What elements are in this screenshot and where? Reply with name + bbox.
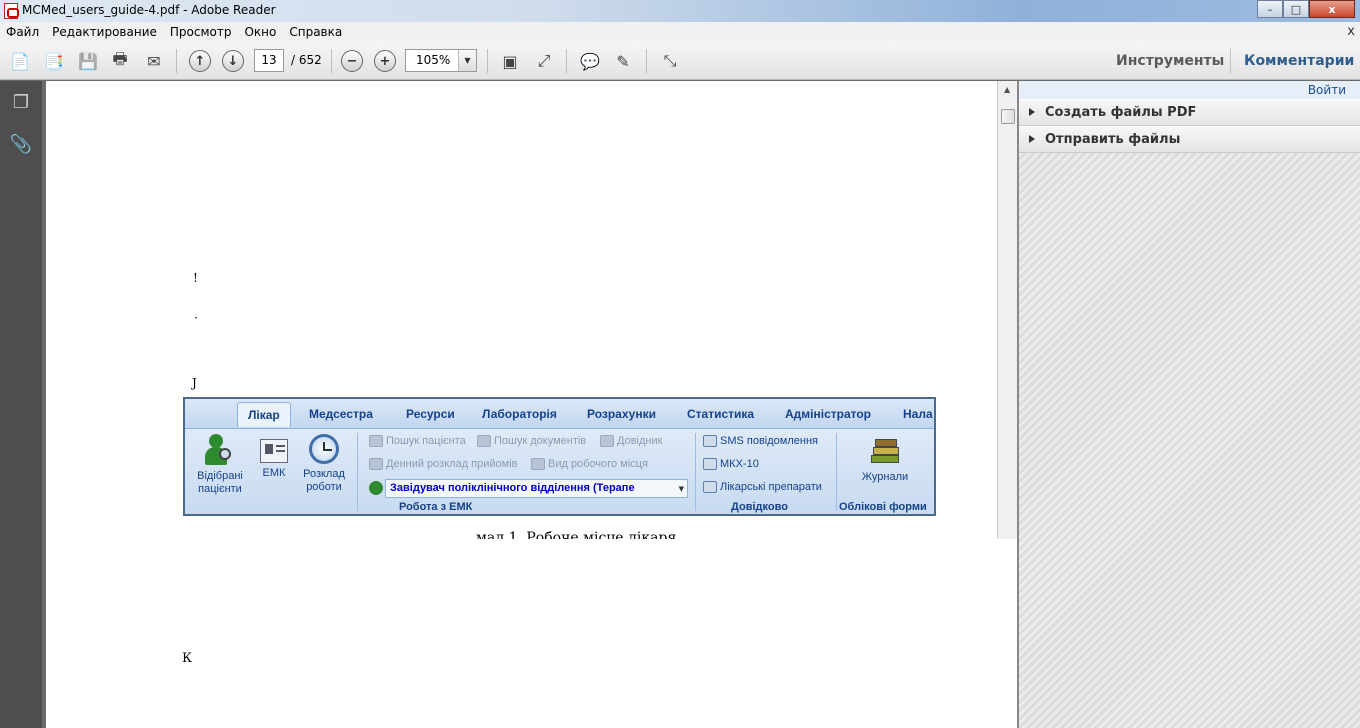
- department-value: Завідувач поліклінічного відділення (Тер…: [390, 482, 635, 494]
- close-button[interactable]: x: [1309, 0, 1355, 18]
- ribbon-tab: Розрахунки: [587, 407, 656, 421]
- directory-button: Довідник: [600, 435, 662, 447]
- button-label: Журнали: [861, 471, 909, 483]
- zoom-select[interactable]: 105% ▼: [405, 49, 477, 72]
- expand-triangle-icon: [1029, 135, 1035, 143]
- ribbon-tab: Ресурси: [406, 407, 455, 421]
- chevron-down-icon[interactable]: ▼: [458, 50, 476, 71]
- stray-mark: ·: [194, 311, 198, 325]
- attachments-icon[interactable]: 📎: [10, 133, 32, 155]
- medical-card-icon: [260, 439, 288, 463]
- fit-width-icon[interactable]: ⤢: [532, 49, 556, 73]
- save-icon[interactable]: 💾: [76, 49, 100, 73]
- menu-view[interactable]: Просмотр: [170, 25, 232, 39]
- chevron-down-icon: ▼: [678, 485, 684, 493]
- button-label: Розклад: [303, 468, 345, 480]
- menu-file[interactable]: Файл: [6, 25, 39, 39]
- selected-patients-button: Відібрані пацієнти: [193, 434, 247, 496]
- button-label: роботи: [306, 481, 342, 493]
- print-icon[interactable]: 🖶: [108, 49, 132, 73]
- menu-bar: Файл Редактирование Просмотр Окно Справк…: [0, 22, 1360, 41]
- create-pdf-section[interactable]: Создать файлы PDF: [1019, 99, 1360, 126]
- stray-mark: !: [193, 271, 198, 285]
- search-patient-button: Пошук пацієнта: [369, 435, 466, 447]
- expand-triangle-icon: [1029, 108, 1035, 116]
- previous-page-button[interactable]: ↑: [188, 49, 212, 73]
- menu-window[interactable]: Окно: [244, 25, 276, 39]
- comments-pane-button[interactable]: Комментарии: [1244, 53, 1354, 69]
- button-label: ЕМК: [262, 467, 286, 479]
- section-label: Создать файлы PDF: [1045, 105, 1197, 120]
- sign-in-link[interactable]: Войти: [1308, 83, 1346, 97]
- search-documents-button: Пошук документів: [477, 435, 586, 447]
- ribbon-tab: Медсестра: [309, 407, 373, 421]
- ribbon-tab: Лабораторія: [482, 407, 557, 421]
- scrollbar-thumb[interactable]: [1001, 109, 1015, 124]
- page-thumbnails-icon[interactable]: ❐: [10, 91, 32, 113]
- full-screen-icon[interactable]: ⤡: [658, 49, 682, 73]
- ribbon-tab: Лікар: [237, 402, 291, 427]
- daily-schedule-button: Денний розклад прийомів: [369, 458, 518, 470]
- figure-caption: мал.1. Робоче місце лікаря: [476, 530, 677, 539]
- menu-edit[interactable]: Редактирование: [52, 25, 157, 39]
- ribbon-tabs: Лікар Медсестра Ресурси Лабораторія Розр…: [185, 399, 934, 428]
- document-view[interactable]: ! · J Лікар Медсестра Ресурси Лабораторі…: [42, 81, 1017, 728]
- next-page-button[interactable]: ↓: [221, 49, 245, 73]
- patient-search-icon: [205, 434, 235, 466]
- zoom-value: 105%: [416, 53, 451, 67]
- zoom-out-button[interactable]: −: [340, 49, 364, 73]
- group-label: Робота з ЕМК: [399, 501, 473, 513]
- ribbon-tab: Адміністратор: [785, 407, 872, 421]
- button-label: пацієнти: [198, 483, 242, 495]
- zoom-in-button[interactable]: +: [373, 49, 397, 73]
- scroll-up-icon[interactable]: ▲: [1004, 85, 1010, 94]
- group-label: Облікові форми: [839, 501, 927, 513]
- pdf-page-margin: [997, 539, 1017, 728]
- pane-header: Войти: [1019, 81, 1360, 100]
- group-label: Довідково: [731, 501, 788, 513]
- menu-help[interactable]: Справка: [289, 25, 342, 39]
- title-bar: MCMed_users_guide-4.pdf - Adobe Reader –…: [0, 0, 1360, 22]
- email-icon[interactable]: ✉: [142, 49, 166, 73]
- minimize-button[interactable]: –: [1257, 0, 1283, 18]
- books-icon: [869, 435, 901, 467]
- export-pdf-icon[interactable]: 📑: [42, 49, 66, 73]
- ribbon-tab: Нала: [903, 407, 933, 421]
- work-schedule-button: Розклад роботи: [297, 434, 351, 494]
- ribbon-tab: Статистика: [687, 407, 755, 421]
- page-number-input[interactable]: 13: [254, 49, 284, 72]
- pdf-page: ! · J Лікар Медсестра Ресурси Лабораторі…: [46, 81, 997, 728]
- page-total: / 652: [291, 53, 322, 67]
- highlight-text-icon[interactable]: ✎: [611, 49, 635, 73]
- user-icon: [369, 481, 383, 495]
- ribbon-screenshot: Лікар Медсестра Ресурси Лабораторія Розр…: [183, 397, 936, 516]
- sms-button: SMS повідомлення: [703, 435, 818, 447]
- stray-mark: J: [192, 376, 197, 390]
- window-title: MCMed_users_guide-4.pdf - Adobe Reader: [22, 3, 276, 17]
- department-select: Завідувач поліклінічного відділення (Тер…: [385, 479, 688, 498]
- medicines-button: Лікарські препарати: [703, 481, 822, 493]
- icd10-button: МКХ-10: [703, 458, 759, 470]
- vertical-scrollbar[interactable]: ▲: [997, 81, 1017, 539]
- workplace-view-button: Вид робочого місця: [531, 458, 648, 470]
- sticky-note-icon[interactable]: 💬: [578, 49, 602, 73]
- emk-button: ЕМК: [257, 439, 291, 480]
- close-document-icon[interactable]: x: [1347, 24, 1355, 39]
- fit-page-icon[interactable]: ▣: [498, 49, 522, 73]
- clock-icon: [309, 434, 339, 464]
- create-pdf-icon[interactable]: 📄: [8, 49, 32, 73]
- send-files-section[interactable]: Отправить файлы: [1019, 126, 1360, 153]
- journals-button: Журнали: [855, 435, 915, 484]
- page-text: К: [182, 651, 193, 666]
- button-label: Відібрані: [197, 470, 243, 482]
- section-label: Отправить файлы: [1045, 132, 1181, 147]
- tools-pane-button[interactable]: Инструменты: [1116, 53, 1224, 69]
- window-controls: – □ x: [1257, 0, 1355, 19]
- adobe-reader-icon: [4, 3, 19, 19]
- navigation-panel: ❐ 📎: [0, 81, 42, 728]
- maximize-button[interactable]: □: [1283, 0, 1309, 18]
- tools-pane: Войти Создать файлы PDF Отправить файлы: [1017, 81, 1360, 728]
